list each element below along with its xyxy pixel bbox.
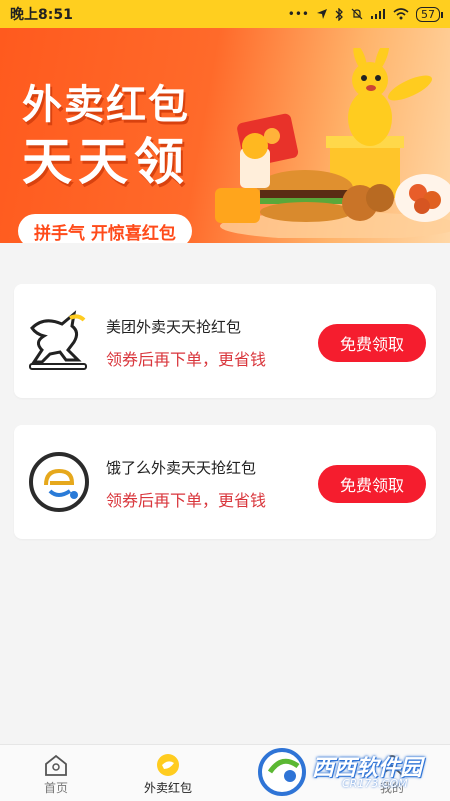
eleme-logo — [29, 452, 89, 512]
meituan-redpack-card: 美团外卖天天抢红包 领券后再下单，更省钱 免费领取 — [14, 284, 436, 398]
card-title: 饿了么外卖天天抢红包 — [106, 459, 257, 477]
home-icon — [45, 754, 67, 776]
card-subtitle: 领券后再下单，更省钱 — [106, 491, 267, 510]
nav-home[interactable]: 首页 — [0, 745, 112, 801]
nav-redpack[interactable]: 外卖红包 — [112, 745, 224, 801]
watermark: 西西软件园 CR173.COM — [250, 744, 450, 800]
promo-banner[interactable]: 外卖红包 天天领 拼手气 开惊喜红包 — [0, 28, 450, 243]
dots-icon: ••• — [287, 7, 309, 21]
watermark-url: CR173.COM — [342, 777, 408, 790]
bluetooth-icon — [335, 7, 343, 21]
battery-indicator: 57 — [416, 6, 443, 22]
banner-title-line2: 天天领 — [22, 134, 190, 190]
eleme-redpack-card: 饿了么外卖天天抢红包 领券后再下单，更省钱 免费领取 — [14, 425, 436, 539]
status-icons: ••• 57 — [287, 6, 443, 22]
nav-label: 首页 — [43, 781, 68, 795]
location-icon — [317, 9, 327, 19]
redpack-icon — [157, 754, 179, 776]
alarm-off-icon — [351, 8, 363, 20]
watermark-logo — [258, 748, 306, 796]
food-illustration — [215, 48, 450, 238]
claim-button[interactable]: 免费领取 — [318, 465, 426, 503]
status-bar: 晚上8:51 ••• 57 — [0, 0, 450, 28]
card-title: 美团外卖天天抢红包 — [106, 318, 242, 336]
status-time: 晚上8:51 — [10, 7, 73, 23]
card-subtitle: 领券后再下单，更省钱 — [106, 350, 267, 369]
signal-icon — [371, 9, 385, 19]
nav-label: 外卖红包 — [143, 781, 192, 795]
wifi-icon — [393, 8, 409, 20]
banner-tagline: 拼手气 开惊喜红包 — [18, 214, 192, 243]
claim-button[interactable]: 免费领取 — [318, 324, 426, 362]
meituan-kangaroo-logo — [29, 310, 87, 370]
